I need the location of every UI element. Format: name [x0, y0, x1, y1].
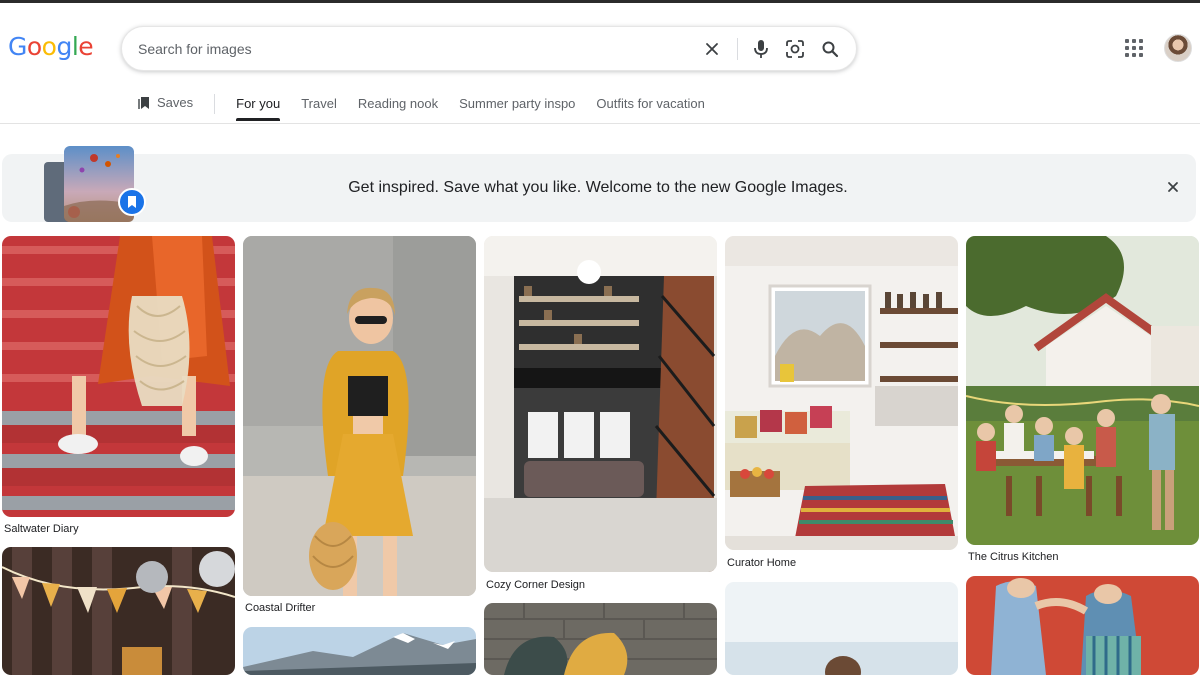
bookmark-icon	[138, 96, 149, 109]
saves-label: Saves	[157, 95, 194, 110]
image-card-party-bunting[interactable]	[2, 547, 235, 675]
image-card-red-stairs-dress[interactable]	[2, 236, 235, 517]
logo-letter: G	[8, 32, 27, 61]
logo-letter: g	[56, 32, 72, 61]
logo-letter: o	[26, 32, 42, 61]
window-top-edge	[0, 0, 1200, 3]
image-caption[interactable]: Cozy Corner Design	[486, 579, 585, 591]
image-card-beach[interactable]	[725, 582, 958, 675]
image-card-mountains[interactable]	[243, 627, 476, 675]
tab-for-you[interactable]: For you	[236, 95, 281, 121]
image-caption[interactable]: Coastal Drifter	[245, 602, 315, 614]
apps-grid-icon[interactable]	[1123, 36, 1147, 60]
account-avatar[interactable]	[1164, 34, 1192, 62]
image-caption[interactable]: Saltwater Diary	[4, 523, 79, 535]
tab-reading-nook[interactable]: Reading nook	[358, 95, 438, 112]
logo-letter: o	[41, 32, 57, 61]
tab-outfits-for-vacation[interactable]: Outfits for vacation	[596, 95, 704, 112]
tabs-divider	[214, 94, 216, 114]
tab-summer-party-inspo[interactable]: Summer party inspo	[459, 95, 575, 112]
search-input[interactable]	[138, 37, 678, 61]
image-card-two-women-red-wall[interactable]	[966, 576, 1199, 675]
banner-message: Get inspired. Save what you like. Welcom…	[348, 179, 848, 196]
image-card-yellow-outfit[interactable]	[243, 236, 476, 596]
tab-travel[interactable]: Travel	[301, 95, 337, 112]
tabs-divider-line	[0, 123, 1200, 124]
search-icon[interactable]	[818, 37, 842, 61]
image-card-white-living-room[interactable]	[725, 236, 958, 550]
image-caption[interactable]: Curator Home	[727, 557, 796, 569]
collection-tabs: Saves For you Travel Reading nook Summer…	[138, 94, 726, 123]
search-divider	[737, 38, 738, 60]
image-card-cushions[interactable]	[484, 603, 717, 675]
image-card-garden-party[interactable]	[966, 236, 1199, 545]
logo-letter: e	[78, 32, 94, 61]
image-card-loft-interior[interactable]	[484, 236, 717, 572]
saves-tab[interactable]: Saves	[138, 95, 193, 110]
clear-icon[interactable]	[700, 37, 724, 61]
close-icon[interactable]	[1166, 180, 1180, 194]
google-lens-icon[interactable]	[783, 37, 807, 61]
google-logo[interactable]: Google	[8, 32, 94, 62]
microphone-icon[interactable]	[749, 37, 773, 61]
image-caption[interactable]: The Citrus Kitchen	[968, 551, 1058, 563]
search-bar	[121, 26, 857, 71]
